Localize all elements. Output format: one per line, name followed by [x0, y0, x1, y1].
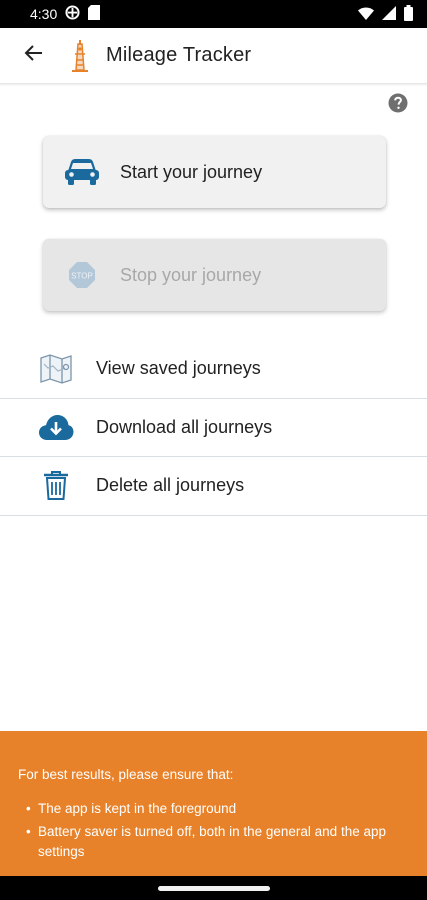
status-bar: 4:30	[0, 0, 427, 28]
mileage-tracker-logo	[66, 39, 94, 72]
arrow-left-icon	[24, 43, 44, 68]
battery-icon	[404, 4, 413, 24]
view-saved-journeys-item[interactable]: View saved journeys	[0, 340, 427, 399]
stop-sign-icon: STOP	[62, 261, 102, 289]
trash-icon	[36, 470, 76, 501]
status-left: 4:30	[30, 5, 101, 23]
start-journey-label: Start your journey	[120, 161, 263, 182]
back-button[interactable]	[6, 28, 62, 84]
stop-journey-label: Stop your journey	[120, 264, 262, 285]
info-tip: The app is kept in the foreground	[26, 799, 409, 819]
status-right	[358, 4, 413, 24]
status-time: 4:30	[30, 6, 58, 22]
app-bar: Mileage Tracker	[0, 28, 427, 84]
download-all-journeys-item[interactable]: Download all journeys	[0, 399, 427, 457]
svg-text:STOP: STOP	[71, 272, 93, 281]
cloud-download-icon	[36, 413, 76, 441]
car-icon	[62, 158, 102, 186]
info-intro: For best results, please ensure that:	[18, 767, 234, 782]
delete-all-journeys-item[interactable]: Delete all journeys	[0, 457, 427, 516]
stop-journey-button[interactable]: STOP Stop your journey	[43, 239, 386, 311]
help-button[interactable]	[388, 93, 408, 113]
app-title: Mileage Tracker	[106, 44, 252, 66]
map-icon	[36, 354, 76, 384]
info-panel: For best results, please ensure that: Th…	[0, 731, 427, 876]
info-tips: The app is kept in the foreground Batter…	[18, 799, 409, 862]
help-circle-icon	[388, 93, 408, 117]
wifi-icon	[358, 6, 374, 23]
view-saved-journeys-label: View saved journeys	[96, 358, 261, 379]
journey-menu: View saved journeys Download all journey…	[0, 340, 427, 516]
vpn-icon	[65, 5, 80, 23]
sd-card-icon	[88, 5, 101, 23]
home-indicator[interactable]	[157, 885, 270, 891]
navigation-bar	[0, 876, 427, 900]
start-journey-button[interactable]: Start your journey	[43, 136, 386, 208]
info-tip: Battery saver is turned off, both in the…	[26, 822, 409, 861]
download-all-journeys-label: Download all journeys	[96, 416, 273, 437]
signal-icon	[382, 5, 396, 23]
delete-all-journeys-label: Delete all journeys	[96, 475, 245, 496]
